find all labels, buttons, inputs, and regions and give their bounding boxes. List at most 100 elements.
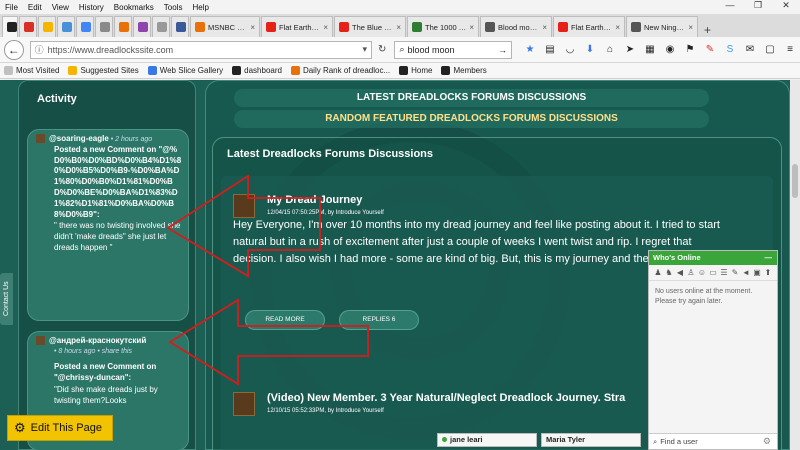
menu-history[interactable]: History [74, 3, 109, 12]
tab-favicon-icon [62, 22, 72, 32]
tab-close-icon[interactable]: × [688, 23, 693, 32]
mail-icon[interactable]: ✉ [742, 42, 758, 58]
tab-close-icon[interactable]: × [396, 23, 401, 32]
group-icon[interactable]: ♞ [664, 268, 674, 278]
minimize-window-icon[interactable]: — [716, 0, 744, 11]
tab-label: New Ningja ... [644, 22, 685, 32]
chat-icon[interactable]: ◉ [662, 42, 678, 58]
back-button[interactable]: ← [4, 39, 24, 60]
download-icon[interactable]: ⬇ [582, 42, 598, 58]
settings-gear-icon[interactable]: ⚙ [763, 436, 771, 447]
scrollbar-thumb[interactable] [792, 164, 798, 198]
tab-close-icon[interactable]: × [615, 23, 620, 32]
browser-tab[interactable]: Flat Earth & ...× [553, 16, 625, 37]
skype-icon[interactable]: S [722, 42, 738, 58]
bookmark-item[interactable]: Web Slice Gallery [147, 66, 223, 75]
browser-tab[interactable] [19, 16, 37, 37]
tab-favicon-icon [195, 22, 205, 32]
browser-tab[interactable] [2, 16, 18, 37]
tab-close-icon[interactable]: × [542, 23, 547, 32]
browser-tab[interactable] [38, 16, 56, 37]
menu-view[interactable]: View [47, 3, 74, 12]
tab-favicon-icon [266, 22, 276, 32]
whos-online-message: No users online at the moment. Please tr… [655, 288, 753, 306]
browser-tab[interactable] [114, 16, 132, 37]
bookmark-icon [399, 66, 409, 75]
find-user-input[interactable]: ⌕ Find a user ⚙ [649, 433, 777, 449]
menu-hamburger-icon[interactable]: ≡ [782, 42, 798, 58]
menu-edit[interactable]: Edit [23, 3, 47, 12]
image-icon[interactable]: ▣ [752, 268, 762, 278]
user-add-icon[interactable]: ♙ [686, 268, 696, 278]
grid-icon[interactable]: ▦ [642, 42, 658, 58]
bookmark-item[interactable]: dashboard [232, 66, 282, 75]
browser-tab[interactable] [95, 16, 113, 37]
send-icon[interactable]: ➤ [622, 42, 638, 58]
browser-tab[interactable] [152, 16, 170, 37]
menu-file[interactable]: File [0, 3, 23, 12]
tab-close-icon[interactable]: × [469, 23, 474, 32]
page-scrollbar[interactable] [790, 80, 800, 450]
browser-tab[interactable]: New Ningja ...× [626, 16, 698, 37]
browser-tab[interactable] [57, 16, 75, 37]
address-bar[interactable]: ⓘ https://www.dreadlockssite.com ▾ [29, 40, 373, 59]
bookmark-icon [68, 66, 78, 75]
bookmark-item[interactable]: Most Visited [4, 66, 59, 75]
browser-tab[interactable] [133, 16, 151, 37]
toolbar-icons: ★ ▤ ◡ ⬇ ⌂ ➤ ▦ ◉ ⚑ ✎ S ✉ ▢ ≡ [520, 42, 800, 58]
bookmark-label: Most Visited [16, 66, 60, 75]
browser-tab[interactable]: MSNBC and ...× [190, 16, 260, 37]
bookmark-label: Suggested Sites [80, 66, 139, 75]
tab-label: Blood moon,... [498, 22, 539, 32]
bookmark-icon [147, 66, 157, 75]
new-tab-icon[interactable]: + [699, 23, 716, 37]
menu-tools[interactable]: Tools [159, 3, 188, 12]
minimize-icon[interactable]: — [765, 251, 773, 265]
bookmark-item[interactable]: Daily Rank of dreadloc... [290, 66, 390, 75]
browser-tab[interactable]: Flat Earth & ...× [261, 16, 333, 37]
home-icon[interactable]: ⌂ [602, 42, 618, 58]
tab-close-icon[interactable]: × [250, 23, 255, 32]
info-icon[interactable]: ⓘ [35, 43, 44, 56]
megaphone-icon[interactable]: ◀ [675, 268, 685, 278]
edit-icon[interactable]: ✎ [730, 268, 740, 278]
browser-tab[interactable]: Blood moon,...× [480, 16, 552, 37]
browser-tab[interactable]: The Blue Mar...× [334, 16, 406, 37]
menu-help[interactable]: Help [187, 3, 213, 12]
upload-icon[interactable]: ⬆ [763, 268, 773, 278]
restore-window-icon[interactable]: ❐ [744, 0, 772, 11]
browser-tab[interactable] [171, 16, 189, 37]
reading-list-icon[interactable]: ▤ [542, 42, 558, 58]
pen-icon[interactable]: ✎ [702, 42, 718, 58]
bookmark-item[interactable]: Suggested Sites [68, 66, 139, 75]
chat-bubble-icon[interactable]: ▭ [708, 268, 718, 278]
bookmark-label: dashboard [244, 66, 282, 75]
bookmark-star-icon[interactable]: ★ [522, 42, 538, 58]
close-window-icon[interactable]: ✕ [772, 0, 800, 11]
flag-icon[interactable]: ⚑ [682, 42, 698, 58]
list-icon[interactable]: ☰ [719, 268, 729, 278]
menu-bookmarks[interactable]: Bookmarks [109, 3, 159, 12]
share-icon[interactable]: ◄ [741, 268, 751, 278]
address-url: https://www.dreadlockssite.com [47, 44, 174, 55]
tab-close-icon[interactable]: × [323, 23, 328, 32]
bookmarks-bar: Most Visited Suggested Sites Web Slice Gal… [0, 63, 800, 79]
bookmark-item[interactable]: Home [399, 66, 432, 75]
bookmark-item[interactable]: Members [441, 66, 487, 75]
pocket-icon[interactable]: ◡ [562, 42, 578, 58]
tab-label: Flat Earth & ... [279, 22, 320, 32]
search-go-icon[interactable]: → [498, 45, 507, 55]
browser-tab[interactable] [76, 16, 94, 37]
users-icon[interactable]: ♟ [653, 268, 663, 278]
smile-icon[interactable]: ☺ [697, 268, 707, 278]
dropdown-chevron-icon[interactable]: ▾ [363, 44, 368, 55]
whos-online-header[interactable]: Who's Online — [649, 251, 777, 265]
search-input[interactable]: ⌕ blood moon → [394, 40, 512, 59]
tab-favicon-icon [157, 22, 167, 32]
browser-tab[interactable]: The 1000 Yea...× [407, 16, 479, 37]
tab-favicon-icon [81, 22, 91, 32]
reload-icon[interactable]: ↻ [378, 44, 386, 55]
tab-favicon-icon [138, 22, 148, 32]
bookmark-icon [441, 66, 451, 75]
screenshot-icon[interactable]: ▢ [762, 42, 778, 58]
